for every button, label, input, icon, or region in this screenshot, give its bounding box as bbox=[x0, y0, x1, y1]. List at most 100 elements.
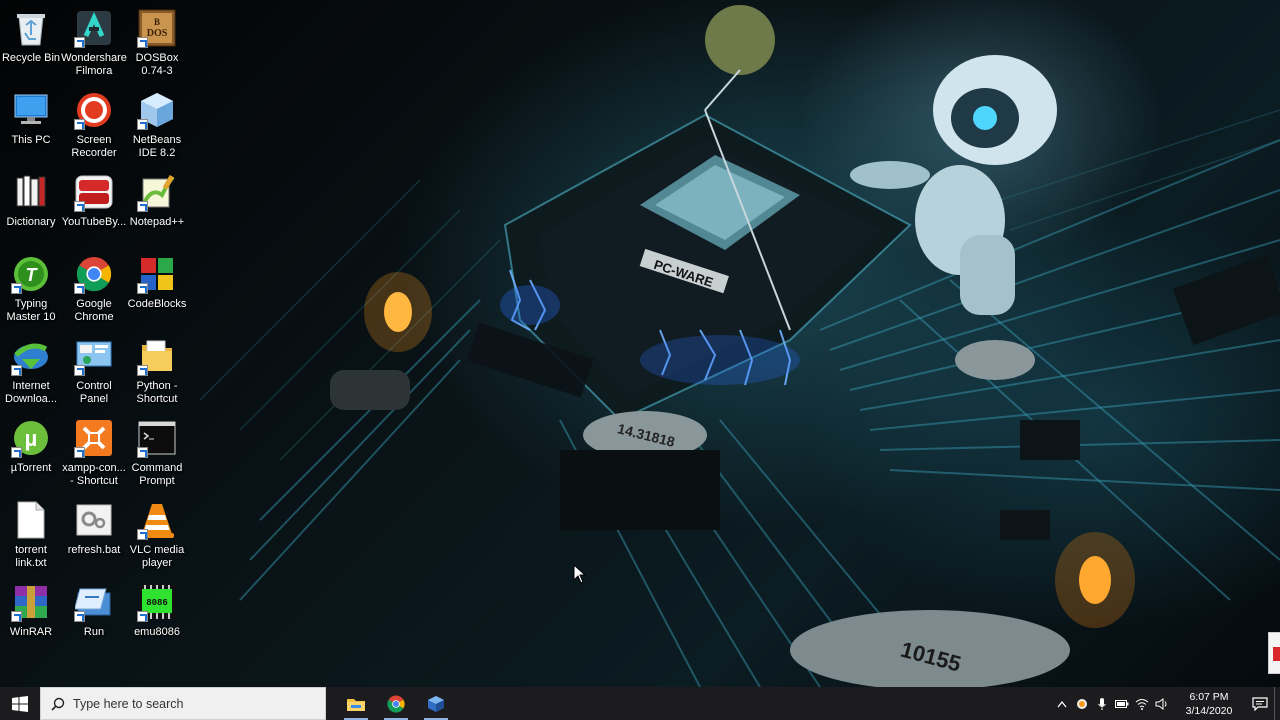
shortcut-arrow-icon bbox=[74, 611, 85, 622]
show-desktop-button[interactable] bbox=[1274, 687, 1280, 720]
shortcut-arrow-icon bbox=[137, 201, 148, 212]
desktop-icon-run[interactable]: Run bbox=[62, 578, 126, 658]
desktop-icon-label: CodeBlocks bbox=[127, 298, 187, 310]
desktop-icon-label: Internet Downloa... bbox=[5, 380, 57, 405]
shortcut-arrow-icon bbox=[137, 611, 148, 622]
desktop-icon-label: VLC media player bbox=[129, 544, 185, 569]
svg-text:µ: µ bbox=[25, 426, 38, 451]
desktop-icon-screen-recorder[interactable]: Screen Recorder bbox=[62, 86, 126, 166]
desktop-icon-this-pc[interactable]: This PC bbox=[0, 86, 63, 166]
winrar-icon bbox=[11, 582, 51, 622]
desktop-icon-label: emu8086 bbox=[134, 626, 180, 638]
taskbar-clock[interactable]: 6:07 PM 3/14/2020 bbox=[1178, 690, 1240, 718]
windows-logo-icon bbox=[12, 695, 28, 712]
desktop-icon-label: YouTubeBy... bbox=[61, 216, 127, 228]
svg-text:B: B bbox=[154, 17, 160, 27]
shortcut-arrow-icon bbox=[11, 447, 22, 458]
shortcut-arrow-icon bbox=[11, 283, 22, 294]
desktop-icon-xampp[interactable]: xampp-con... - Shortcut bbox=[62, 414, 126, 494]
microphone-icon bbox=[1098, 697, 1106, 710]
desktop-icon-notepadpp[interactable]: Notepad++ bbox=[125, 168, 189, 248]
shortcut-arrow-icon bbox=[137, 119, 148, 130]
record-icon bbox=[1077, 698, 1087, 709]
desktop-icon-filmora[interactable]: Wondershare Filmora bbox=[61, 4, 127, 84]
start-button[interactable] bbox=[0, 687, 40, 720]
recycle-bin-icon bbox=[11, 8, 51, 48]
this-pc-icon bbox=[11, 90, 51, 130]
desktop-icon-emu8086[interactable]: 8086 emu8086 bbox=[125, 578, 189, 658]
desktop-icon-folder[interactable]: Python - Shortcut bbox=[125, 332, 189, 412]
chrome-icon bbox=[74, 254, 114, 294]
filmora-icon bbox=[74, 8, 114, 48]
desktop-icon-label: torrent link.txt bbox=[15, 544, 47, 569]
notepadpp-icon bbox=[137, 172, 177, 212]
shortcut-arrow-icon bbox=[137, 529, 148, 540]
folder-icon bbox=[137, 336, 177, 376]
desktop-icon-recycle-bin[interactable]: Recycle Bin bbox=[0, 4, 63, 84]
action-center-button[interactable] bbox=[1246, 687, 1274, 720]
desktop-icon-label: Command Prompt bbox=[131, 462, 183, 487]
desktop-icon-control-panel[interactable]: Control Panel bbox=[62, 332, 126, 412]
desktop-icon-label: Typing Master 10 bbox=[6, 298, 56, 323]
desktop-icon-text-file[interactable]: torrent link.txt bbox=[0, 496, 63, 576]
search-placeholder: Type here to search bbox=[73, 696, 184, 711]
desktop-icon-youtubebyclick[interactable]: YouTubeBy... bbox=[62, 168, 126, 248]
file-explorer-icon bbox=[347, 698, 365, 711]
dictionary-icon bbox=[11, 172, 51, 212]
tray-wifi[interactable] bbox=[1132, 687, 1152, 720]
desktop-icon-label: Screen Recorder bbox=[71, 134, 117, 159]
taskbar-file-explorer[interactable] bbox=[336, 687, 376, 720]
tray-battery[interactable] bbox=[1112, 687, 1132, 720]
taskbar: Type here to search 6:07 PM 3/14/2020 bbox=[0, 687, 1280, 720]
shortcut-arrow-icon bbox=[137, 283, 148, 294]
batch-file-icon bbox=[74, 500, 114, 540]
desktop-icon-command-prompt[interactable]: Command Prompt bbox=[125, 414, 189, 494]
desktop-icon-dosbox[interactable]: B DOS DOSBox 0.74-3 bbox=[125, 4, 189, 84]
desktop-icon-typing-master[interactable]: T Typing Master 10 bbox=[0, 250, 63, 330]
desktop-icon-netbeans[interactable]: NetBeans IDE 8.2 bbox=[125, 86, 189, 166]
floating-app-widget[interactable] bbox=[1268, 632, 1280, 674]
dosbox-icon: B DOS bbox=[137, 8, 177, 48]
clock-time: 6:07 PM bbox=[1189, 690, 1229, 703]
desktop-icon-label: xampp-con... - Shortcut bbox=[62, 462, 126, 487]
desktop-icon-label: Wondershare Filmora bbox=[61, 52, 127, 77]
taskbar-google-chrome[interactable] bbox=[376, 687, 416, 720]
idm-icon bbox=[11, 336, 51, 376]
desktop-icon-label: Notepad++ bbox=[129, 216, 185, 228]
desktop-icon-winrar[interactable]: WinRAR bbox=[0, 578, 63, 658]
desktop-icon-label: refresh.bat bbox=[67, 544, 121, 556]
battery-icon bbox=[1115, 699, 1129, 708]
wallpaper-circuit-art: PC-WARE 14.31818 10155 bbox=[199, 5, 1280, 687]
youtubebyclick-icon bbox=[74, 172, 114, 212]
wifi-icon bbox=[1135, 698, 1149, 710]
taskbar-search-box[interactable]: Type here to search bbox=[40, 687, 326, 720]
chevron-up-icon bbox=[1057, 700, 1067, 707]
svg-text:8086: 8086 bbox=[146, 598, 168, 608]
desktop-icon-dictionary[interactable]: Dictionary bbox=[0, 168, 63, 248]
desktop-icon-batch-file[interactable]: refresh.bat bbox=[62, 496, 126, 576]
mouse-cursor-icon bbox=[573, 564, 587, 584]
tray-recorder[interactable] bbox=[1072, 687, 1092, 720]
typing-master-icon: T bbox=[11, 254, 51, 294]
desktop-icon-chrome[interactable]: Google Chrome bbox=[62, 250, 126, 330]
desktop-icon-label: Run bbox=[83, 626, 105, 638]
desktop-icon-label: NetBeans IDE 8.2 bbox=[132, 134, 182, 159]
shortcut-arrow-icon bbox=[74, 37, 85, 48]
desktop-icon-label: This PC bbox=[11, 134, 51, 146]
tray-microphone[interactable] bbox=[1092, 687, 1112, 720]
desktop-icon-utorrent[interactable]: µ µTorrent bbox=[0, 414, 63, 494]
desktop-icon-vlc[interactable]: VLC media player bbox=[125, 496, 189, 576]
shortcut-arrow-icon bbox=[74, 119, 85, 130]
taskbar-virtualbox[interactable] bbox=[416, 687, 456, 720]
show-hidden-icons-button[interactable] bbox=[1052, 687, 1072, 720]
svg-text:DOS: DOS bbox=[147, 28, 168, 39]
system-tray: 6:07 PM 3/14/2020 bbox=[1052, 687, 1280, 720]
shortcut-arrow-icon bbox=[11, 365, 22, 376]
chrome-icon bbox=[387, 695, 405, 713]
shortcut-arrow-icon bbox=[74, 283, 85, 294]
desktop-icon-codeblocks[interactable]: CodeBlocks bbox=[125, 250, 189, 330]
desktop-icon-idm[interactable]: Internet Downloa... bbox=[0, 332, 63, 412]
speaker-icon bbox=[1155, 697, 1167, 710]
desktop-icon-label: µTorrent bbox=[10, 462, 52, 474]
tray-volume[interactable] bbox=[1152, 687, 1172, 720]
